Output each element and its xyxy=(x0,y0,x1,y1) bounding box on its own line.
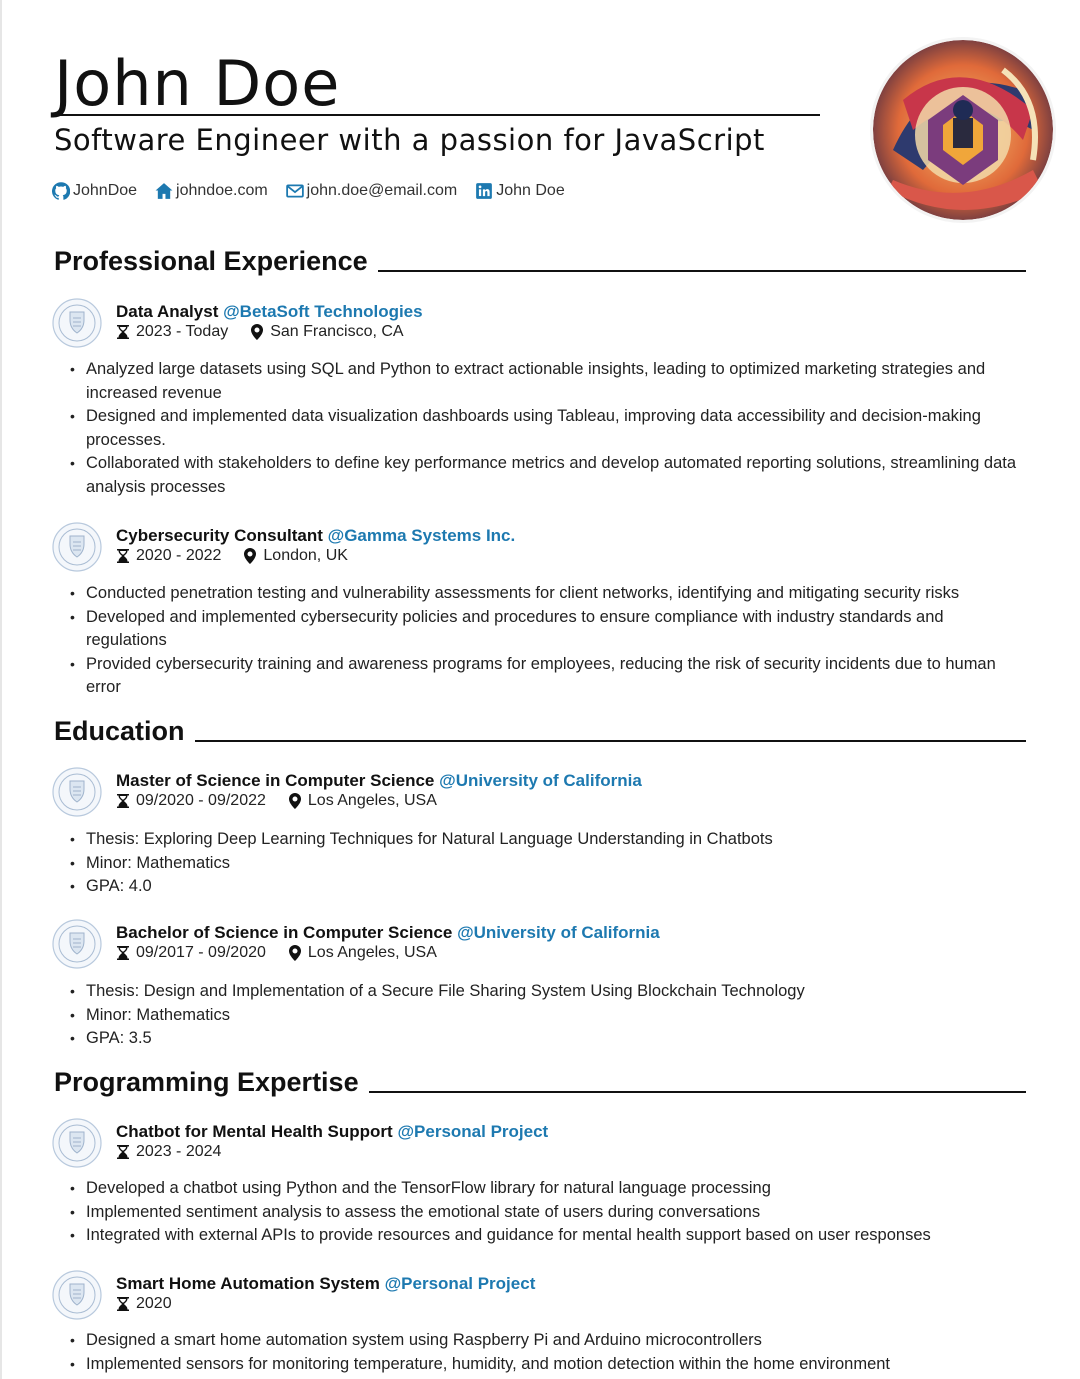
list-item: GPA: 3.5 xyxy=(70,1027,1020,1051)
name-underline xyxy=(54,114,820,116)
entry-dates: 09/2017 - 09/2020 xyxy=(136,944,266,961)
list-item: Integrated with external APIs to provide… xyxy=(70,1224,1020,1248)
entry-role: Bachelor of Science in Computer Science xyxy=(116,923,453,942)
list-item: GPA: 4.0 xyxy=(70,875,1020,899)
section-title-education: Education xyxy=(54,716,1026,746)
section-rule xyxy=(377,270,1026,272)
entry-dates: 2023 - Today xyxy=(136,323,229,340)
github-icon xyxy=(52,182,70,200)
linkedin-icon xyxy=(475,182,493,200)
university-seal-icon xyxy=(52,298,102,348)
hourglass-icon xyxy=(117,1145,129,1159)
resume-name: John Doe xyxy=(54,47,341,120)
list-item: Provided cybersecurity training and awar… xyxy=(70,653,1020,700)
page-edge xyxy=(0,0,2,1379)
list-item: Designed a smart home automation system … xyxy=(70,1329,1020,1353)
entry-role: Data Analyst xyxy=(116,302,219,321)
list-item: Developed a chatbot using Python and the… xyxy=(70,1177,1020,1201)
section-title-programming: Programming Expertise xyxy=(54,1067,1026,1097)
entry-role: Chatbot for Mental Health Support xyxy=(116,1122,393,1141)
entry-bullets: Thesis: Design and Implementation of a S… xyxy=(70,980,1020,1051)
location-pin-icon xyxy=(244,548,257,564)
contact-github-label: JohnDoe xyxy=(73,182,138,199)
entry-org-link[interactable]: @Personal Project xyxy=(397,1122,548,1141)
list-item: Minor: Mathematics xyxy=(70,852,1020,876)
contact-bar: JohnDoe johndoe.com john.doe@email.com J… xyxy=(52,182,565,200)
entry-role: Master of Science in Computer Science xyxy=(116,771,435,790)
entry-location: London, UK xyxy=(263,547,348,564)
entry-dates: 2020 xyxy=(136,1295,172,1312)
mail-icon xyxy=(285,182,304,200)
entry-org-link[interactable]: @Gamma Systems Inc. xyxy=(328,526,516,545)
entry-org-link[interactable]: @University of California xyxy=(457,923,660,942)
avatar xyxy=(873,40,1053,220)
contact-website-label: johndoe.com xyxy=(176,182,268,199)
hourglass-icon xyxy=(117,1297,129,1311)
contact-email-label: john.doe@email.com xyxy=(306,182,458,199)
entry-location: San Francisco, CA xyxy=(270,323,404,340)
entry-dates: 2023 - 2024 xyxy=(136,1143,222,1160)
entry-org-link[interactable]: @University of California xyxy=(439,771,642,790)
list-item: Implemented sentiment analysis to assess… xyxy=(70,1201,1020,1225)
section-rule xyxy=(194,740,1026,742)
section-title-text: Education xyxy=(54,716,185,746)
list-item: Thesis: Exploring Deep Learning Techniqu… xyxy=(70,828,1020,852)
university-seal-icon xyxy=(52,767,102,817)
contact-linkedin[interactable]: John Doe xyxy=(475,182,565,200)
section-title-experience: Professional Experience xyxy=(54,246,1026,276)
hourglass-icon xyxy=(117,549,129,563)
university-seal-icon xyxy=(52,919,102,969)
entry-location: Los Angeles, USA xyxy=(307,944,437,961)
entry-bullets: Designed a smart home automation system … xyxy=(70,1329,1020,1376)
hourglass-icon xyxy=(117,946,129,960)
resume-subtitle: Software Engineer with a passion for Jav… xyxy=(54,123,765,157)
entry-bullets: Conducted penetration testing and vulner… xyxy=(70,582,1020,700)
entry-bullets: Developed a chatbot using Python and the… xyxy=(70,1177,1020,1248)
hourglass-icon xyxy=(117,325,129,339)
university-seal-icon xyxy=(52,522,102,572)
entry-dates: 09/2020 - 09/2022 xyxy=(136,792,266,809)
university-seal-icon xyxy=(52,1118,102,1168)
entry-dates: 2020 - 2022 xyxy=(136,547,222,564)
contact-github[interactable]: JohnDoe xyxy=(52,182,137,200)
location-pin-icon xyxy=(288,793,301,809)
home-icon xyxy=(155,182,173,200)
list-item: Collaborated with stakeholders to define… xyxy=(70,452,1020,499)
list-item: Thesis: Design and Implementation of a S… xyxy=(70,980,1020,1004)
location-pin-icon xyxy=(251,324,264,340)
hourglass-icon xyxy=(117,794,129,808)
entry-org-link[interactable]: @Personal Project xyxy=(385,1274,536,1293)
location-pin-icon xyxy=(288,945,301,961)
entry-bullets: Thesis: Exploring Deep Learning Techniqu… xyxy=(70,828,1020,899)
entry-location: Los Angeles, USA xyxy=(307,792,437,809)
section-rule xyxy=(368,1091,1026,1093)
entry-role: Smart Home Automation System xyxy=(116,1274,380,1293)
list-item: Minor: Mathematics xyxy=(70,1004,1020,1028)
entry-org-link[interactable]: @BetaSoft Technologies xyxy=(223,302,423,321)
section-title-text: Programming Expertise xyxy=(54,1067,359,1097)
contact-email[interactable]: john.doe@email.com xyxy=(285,182,458,200)
list-item: Developed and implemented cybersecurity … xyxy=(70,606,1020,653)
university-seal-icon xyxy=(52,1270,102,1320)
list-item: Analyzed large datasets using SQL and Py… xyxy=(70,358,1020,405)
entry-bullets: Analyzed large datasets using SQL and Py… xyxy=(70,358,1020,499)
contact-linkedin-label: John Doe xyxy=(496,182,565,199)
list-item: Conducted penetration testing and vulner… xyxy=(70,582,1020,606)
section-title-text: Professional Experience xyxy=(54,246,368,276)
list-item: Implemented sensors for monitoring tempe… xyxy=(70,1353,1020,1377)
list-item: Designed and implemented data visualizat… xyxy=(70,405,1020,452)
entry-role: Cybersecurity Consultant xyxy=(116,526,323,545)
contact-website[interactable]: johndoe.com xyxy=(155,182,268,200)
